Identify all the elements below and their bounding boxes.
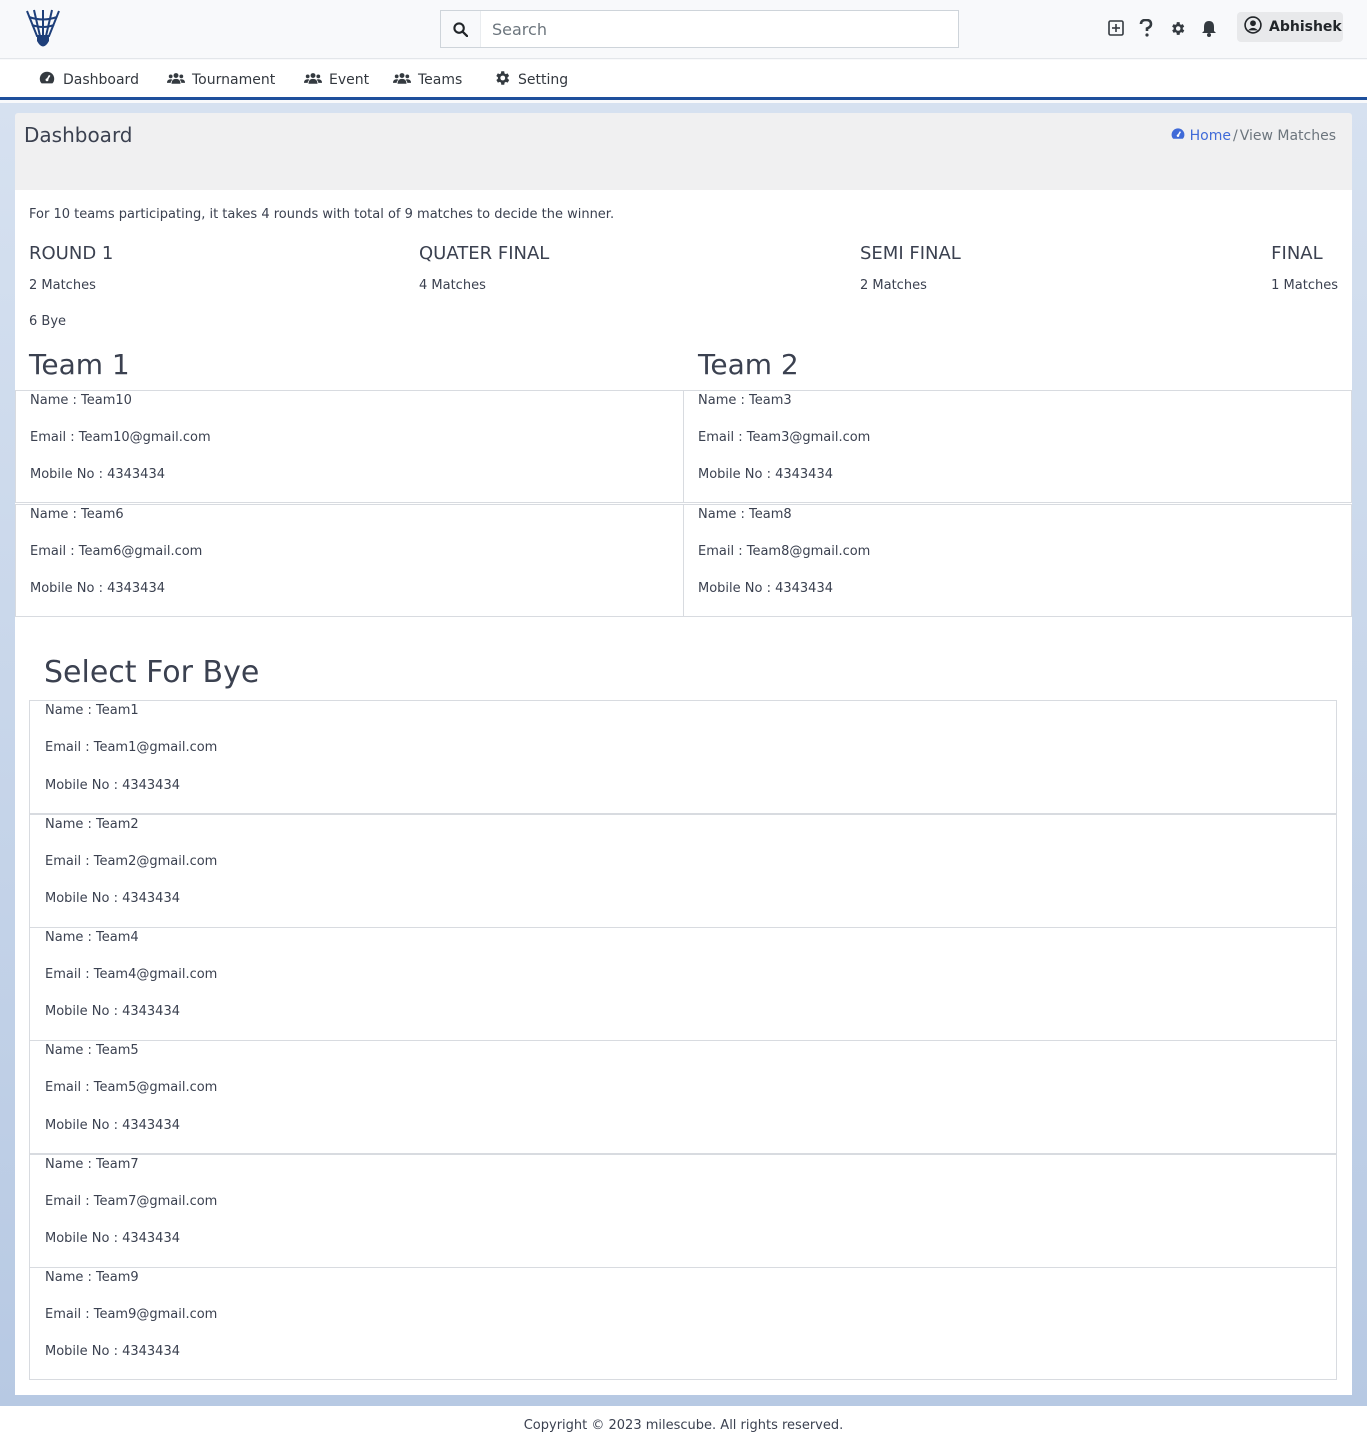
team-name: Name : Team9 bbox=[45, 1270, 139, 1285]
team-mobile: Mobile No : 4343434 bbox=[45, 1231, 180, 1246]
bye-team-card[interactable]: Name : Team4 Email : Team4@gmail.com Mob… bbox=[29, 927, 1337, 1041]
user-menu-button[interactable]: Abhishek bbox=[1237, 12, 1343, 42]
team-card: Name : Team3 Email : Team3@gmail.com Mob… bbox=[683, 390, 1352, 503]
page-header: Dashboard Home / View Matches bbox=[15, 113, 1352, 190]
users-icon bbox=[167, 69, 185, 91]
team-name: Name : Team10 bbox=[30, 393, 132, 408]
team-mobile: Mobile No : 4343434 bbox=[45, 1118, 180, 1133]
team-email: Email : Team1@gmail.com bbox=[45, 740, 218, 755]
dashboard-gauge-icon bbox=[38, 69, 56, 91]
bye-team-card[interactable]: Name : Team2 Email : Team2@gmail.com Mob… bbox=[29, 814, 1337, 928]
team-card: Name : Team10 Email : Team10@gmail.com M… bbox=[15, 390, 684, 503]
nav-label: Event bbox=[329, 72, 370, 88]
round-summary: SEMI FINAL 2 Matches bbox=[860, 243, 961, 293]
nav-label: Teams bbox=[418, 72, 463, 88]
team-mobile: Mobile No : 4343434 bbox=[698, 467, 833, 482]
matches-card: For 10 teams participating, it takes 4 r… bbox=[15, 190, 1352, 1395]
add-square-icon[interactable] bbox=[1106, 18, 1126, 38]
breadcrumb-current: View Matches bbox=[1239, 128, 1336, 144]
team-name: Name : Team3 bbox=[698, 393, 792, 408]
nav-label: Dashboard bbox=[63, 72, 139, 88]
bye-team-card[interactable]: Name : Team5 Email : Team5@gmail.com Mob… bbox=[29, 1040, 1337, 1154]
round-summary: QUATER FINAL 4 Matches bbox=[419, 243, 549, 293]
select-for-bye-heading: Select For Bye bbox=[44, 655, 260, 690]
bye-team-card[interactable]: Name : Team9 Email : Team9@gmail.com Mob… bbox=[29, 1267, 1337, 1380]
users-icon bbox=[393, 69, 411, 91]
notification-bell-icon[interactable] bbox=[1199, 18, 1219, 38]
team-email: Email : Team6@gmail.com bbox=[30, 544, 203, 559]
team-mobile: Mobile No : 4343434 bbox=[45, 891, 180, 906]
breadcrumb-home-label: Home bbox=[1189, 128, 1231, 144]
page-title: Dashboard bbox=[24, 123, 133, 147]
breadcrumb-separator: / bbox=[1232, 128, 1238, 144]
search-icon[interactable] bbox=[441, 11, 481, 47]
dashboard-gauge-icon bbox=[1170, 126, 1186, 146]
team-name: Name : Team8 bbox=[698, 507, 792, 522]
settings-gear-icon[interactable] bbox=[1167, 18, 1187, 38]
team-card: Name : Team6 Email : Team6@gmail.com Mob… bbox=[15, 504, 684, 617]
round-title: ROUND 1 bbox=[29, 243, 114, 264]
team-name: Name : Team2 bbox=[45, 817, 139, 832]
search-bar bbox=[440, 10, 959, 48]
team-mobile: Mobile No : 4343434 bbox=[30, 467, 165, 482]
team-mobile: Mobile No : 4343434 bbox=[698, 581, 833, 596]
round-title: FINAL bbox=[1271, 243, 1323, 264]
team-name: Name : Team7 bbox=[45, 1157, 139, 1172]
footer: Copyright © 2023 milescube. All rights r… bbox=[0, 1406, 1367, 1447]
main-navigation: Dashboard Tournament Event Teams Setting bbox=[0, 60, 1367, 100]
user-name: Abhishek bbox=[1269, 19, 1342, 35]
team-email: Email : Team5@gmail.com bbox=[45, 1080, 218, 1095]
team-email: Email : Team9@gmail.com bbox=[45, 1307, 218, 1322]
team-name: Name : Team4 bbox=[45, 930, 139, 945]
team-name: Name : Team1 bbox=[45, 703, 139, 718]
round-title: QUATER FINAL bbox=[419, 243, 550, 264]
team-2-heading: Team 2 bbox=[698, 348, 799, 381]
breadcrumb: Home / View Matches bbox=[1170, 126, 1336, 146]
breadcrumb-home-link[interactable]: Home bbox=[1170, 126, 1231, 146]
round-match-count: 2 Matches bbox=[29, 278, 96, 293]
team-card: Name : Team8 Email : Team8@gmail.com Mob… bbox=[683, 504, 1352, 617]
round-match-count: 4 Matches bbox=[419, 278, 486, 293]
team-name: Name : Team5 bbox=[45, 1043, 139, 1058]
team-1-heading: Team 1 bbox=[29, 348, 130, 381]
shuttlecock-logo-icon[interactable] bbox=[24, 8, 62, 50]
team-mobile: Mobile No : 4343434 bbox=[30, 581, 165, 596]
bye-team-card[interactable]: Name : Team1 Email : Team1@gmail.com Mob… bbox=[29, 700, 1337, 814]
search-input[interactable] bbox=[481, 11, 958, 47]
round-match-count: 1 Matches bbox=[1271, 278, 1338, 293]
round-match-count: 2 Matches bbox=[860, 278, 927, 293]
user-avatar-icon bbox=[1244, 16, 1262, 38]
team-mobile: Mobile No : 4343434 bbox=[45, 1004, 180, 1019]
bye-team-card[interactable]: Name : Team7 Email : Team7@gmail.com Mob… bbox=[29, 1154, 1337, 1268]
round-summary: ROUND 1 2 Matches bbox=[29, 243, 113, 293]
team-name: Name : Team6 bbox=[30, 507, 124, 522]
round-summary: FINAL 1 Matches bbox=[1271, 243, 1338, 293]
nav-item-event[interactable]: Event bbox=[304, 60, 369, 100]
round-title: SEMI FINAL bbox=[860, 243, 961, 264]
team-mobile: Mobile No : 4343434 bbox=[45, 778, 180, 793]
bye-count: 6 Bye bbox=[29, 314, 67, 329]
help-question-icon[interactable] bbox=[1136, 18, 1156, 38]
team-email: Email : Team10@gmail.com bbox=[30, 430, 211, 445]
tournament-info-text: For 10 teams participating, it takes 4 r… bbox=[29, 207, 615, 222]
top-bar: Abhishek bbox=[0, 0, 1367, 59]
team-email: Email : Team4@gmail.com bbox=[45, 967, 218, 982]
team-mobile: Mobile No : 4343434 bbox=[45, 1344, 180, 1359]
nav-label: Tournament bbox=[192, 72, 276, 88]
nav-label: Setting bbox=[518, 72, 569, 88]
nav-item-teams[interactable]: Teams bbox=[393, 60, 462, 100]
nav-item-dashboard[interactable]: Dashboard bbox=[38, 60, 139, 100]
team-email: Email : Team7@gmail.com bbox=[45, 1194, 218, 1209]
nav-item-tournament[interactable]: Tournament bbox=[167, 60, 275, 100]
users-icon bbox=[304, 69, 322, 91]
team-email: Email : Team8@gmail.com bbox=[698, 544, 871, 559]
gear-icon bbox=[493, 69, 511, 91]
nav-item-setting[interactable]: Setting bbox=[493, 60, 568, 100]
team-email: Email : Team2@gmail.com bbox=[45, 854, 218, 869]
team-email: Email : Team3@gmail.com bbox=[698, 430, 871, 445]
copyright-text: Copyright © 2023 milescube. All rights r… bbox=[523, 1418, 844, 1433]
